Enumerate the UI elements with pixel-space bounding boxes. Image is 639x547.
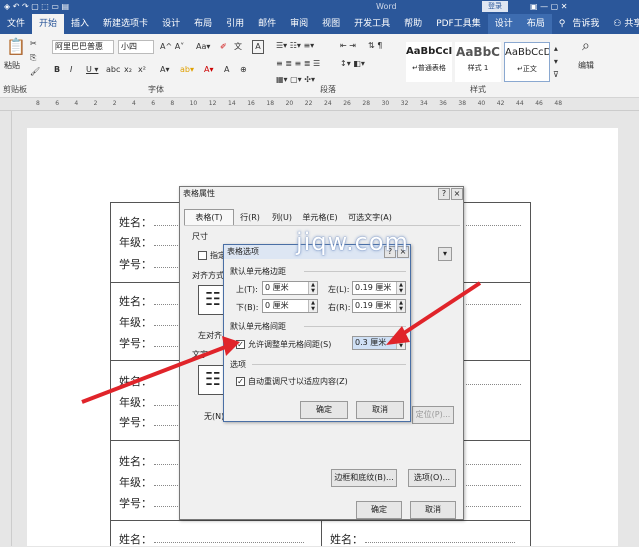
arrow-right-head — [386, 326, 410, 345]
arrow-left-head — [222, 336, 240, 356]
annotation-arrows — [81, 281, 482, 404]
arrow-right-shaft — [396, 281, 482, 339]
arrow-left-shaft — [81, 344, 229, 404]
